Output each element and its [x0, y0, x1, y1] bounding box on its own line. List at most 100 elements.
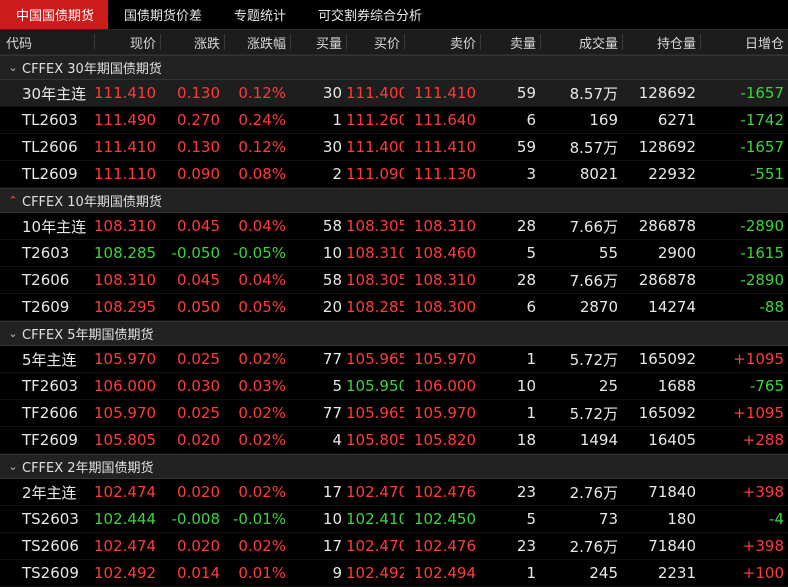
cell-change-pct: 0.05%	[238, 298, 286, 316]
cell-volume: 8.57万	[569, 138, 618, 157]
chevron-up-icon[interactable]: ⌃	[4, 194, 22, 207]
cell-change-pct: -0.01%	[232, 510, 286, 528]
cell-volume: 5.72万	[569, 404, 618, 423]
table-row[interactable]: T2609 108.295 0.050 0.05% 20 108.285 108.300 6 2…	[0, 294, 788, 321]
cell-change-pct: 0.08%	[238, 165, 286, 183]
cell-daily-oi-change: -1742	[740, 111, 784, 129]
cell-daily-oi-change: -765	[749, 377, 784, 395]
cell-change-pct: 0.02%	[238, 404, 286, 422]
cell-price: 108.310	[94, 217, 157, 235]
cell-price: 108.310	[94, 271, 157, 289]
tab-cn-bond-futures[interactable]: 中国国债期货	[0, 0, 109, 29]
table-row[interactable]: TS2609 102.492 0.014 0.01% 9 102.492 102.494 1 2…	[0, 560, 788, 587]
cell-ask-price: 102.476	[413, 537, 476, 555]
cell-ask-volume: 23	[516, 537, 536, 555]
group-title: CFFEX 10年期国债期货	[22, 195, 162, 210]
table-row[interactable]: 10年主连 108.310 0.045 0.04% 58 108.305 108.310 28…	[0, 213, 788, 240]
cell-change: 0.025	[177, 404, 220, 422]
cell-ask-price: 108.310	[413, 217, 476, 235]
col-header-change[interactable]: 涨跌	[160, 30, 224, 54]
cell-change: -0.050	[171, 244, 220, 262]
table-row[interactable]: 5年主连 105.970 0.025 0.02% 77 105.965 105.970 1 5.…	[0, 346, 788, 373]
cell-ask-price: 105.970	[413, 404, 476, 422]
cell-bid-volume: 77	[322, 350, 342, 368]
table-row[interactable]: TF2609 105.805 0.020 0.02% 4 105.805 105.820 18…	[0, 427, 788, 454]
table-row[interactable]: TS2603 102.444 -0.008 -0.01% 10 102.410 102.45…	[0, 506, 788, 533]
group-header[interactable]: ⌄ CFFEX 5年期国债期货	[0, 321, 788, 346]
group-header[interactable]: ⌄ CFFEX 2年期国债期货	[0, 454, 788, 479]
table-row[interactable]: TL2609 111.110 0.090 0.08% 2 111.090 111.130 3 8…	[0, 161, 788, 188]
table-row[interactable]: TL2606 111.410 0.130 0.12% 30 111.400 111.410 5…	[0, 134, 788, 161]
group-title: CFFEX 30年期国债期货	[22, 62, 162, 77]
cell-change-pct: 0.03%	[238, 377, 286, 395]
tab-topic-stats[interactable]: 专题统计	[218, 0, 302, 29]
cell-code: TL2603	[22, 111, 78, 129]
cell-price: 111.110	[94, 165, 157, 183]
cell-bid-volume: 58	[322, 217, 342, 235]
cell-ask-volume: 5	[526, 244, 536, 262]
cell-ask-volume: 18	[516, 431, 536, 449]
chevron-down-icon[interactable]: ⌄	[4, 460, 22, 473]
chevron-down-icon[interactable]: ⌄	[4, 61, 22, 74]
cell-open-interest: 2900	[657, 244, 696, 262]
cell-bid-price: 108.285	[346, 298, 404, 316]
cell-change: -0.008	[171, 510, 220, 528]
cell-bid-volume: 9	[332, 564, 342, 582]
col-header-change-pct[interactable]: 涨跌幅	[224, 30, 290, 54]
cell-volume: 1494	[579, 431, 618, 449]
cell-open-interest: 128692	[638, 138, 696, 156]
group-header[interactable]: ⌃ CFFEX 10年期国债期货	[0, 188, 788, 213]
cell-ask-price: 108.300	[413, 298, 476, 316]
cell-change-pct: 0.02%	[238, 483, 286, 501]
col-header-volume[interactable]: 成交量	[540, 30, 622, 54]
cell-change-pct: 0.01%	[238, 564, 286, 582]
top-tab-bar: 中国国债期货 国债期货价差 专题统计 可交割券综合分析	[0, 0, 788, 29]
col-header-price[interactable]: 现价	[94, 30, 160, 54]
cell-bid-volume: 17	[322, 483, 342, 501]
table-row[interactable]: 2年主连 102.474 0.020 0.02% 17 102.470 102.476 23 2…	[0, 479, 788, 506]
table-row[interactable]: T2603 108.285 -0.050 -0.05% 10 108.310 108.460…	[0, 240, 788, 267]
cell-daily-oi-change: -1657	[740, 138, 784, 156]
table-row[interactable]: T2606 108.310 0.045 0.04% 58 108.305 108.310 28…	[0, 267, 788, 294]
cell-ask-price: 106.000	[413, 377, 476, 395]
cell-open-interest: 22932	[648, 165, 696, 183]
cell-change-pct: 0.12%	[238, 84, 286, 102]
col-header-ask-price[interactable]: 卖价	[404, 30, 480, 54]
cell-open-interest: 71840	[648, 537, 696, 555]
tab-bond-futures-spread[interactable]: 国债期货价差	[108, 0, 218, 29]
cell-ask-price: 111.130	[413, 165, 476, 183]
cell-daily-oi-change: +288	[742, 431, 784, 449]
cell-volume: 2870	[579, 298, 618, 316]
table-row[interactable]: TS2606 102.474 0.020 0.02% 17 102.470 102.476 2…	[0, 533, 788, 560]
cell-daily-oi-change: +1095	[733, 404, 784, 422]
cell-ask-price: 102.494	[413, 564, 476, 582]
tab-deliverable-analysis[interactable]: 可交割券综合分析	[302, 0, 438, 29]
cell-code: 30年主连	[22, 84, 87, 103]
cell-price: 102.474	[94, 483, 157, 501]
col-header-code[interactable]: 代码	[0, 30, 94, 54]
chevron-down-icon[interactable]: ⌄	[4, 327, 22, 340]
cell-bid-price: 111.400	[346, 138, 404, 156]
group-header[interactable]: ⌄ CFFEX 30年期国债期货	[0, 55, 788, 80]
table-row[interactable]: TF2606 105.970 0.025 0.02% 77 105.965 105.970 1…	[0, 400, 788, 427]
cell-open-interest: 165092	[638, 350, 696, 368]
col-header-bid-price[interactable]: 买价	[346, 30, 404, 54]
cell-code: TL2609	[22, 165, 78, 183]
col-header-ask-volume[interactable]: 卖量	[480, 30, 540, 54]
table-row[interactable]: TF2603 106.000 0.030 0.03% 5 105.950 106.000 10…	[0, 373, 788, 400]
col-header-bid-volume[interactable]: 买量	[290, 30, 346, 54]
cell-change-pct: 0.12%	[238, 138, 286, 156]
col-header-daily-oi-change[interactable]: 日增仓	[700, 30, 788, 54]
cell-daily-oi-change: +1095	[733, 350, 784, 368]
cell-ask-volume: 28	[516, 217, 536, 235]
cell-bid-price: 102.492	[346, 564, 404, 582]
cell-change-pct: 0.02%	[238, 537, 286, 555]
col-header-open-interest[interactable]: 持仓量	[622, 30, 700, 54]
cell-ask-price: 111.410	[413, 138, 476, 156]
cell-bid-volume: 20	[322, 298, 342, 316]
cell-ask-price: 105.970	[413, 350, 476, 368]
cell-change-pct: -0.05%	[232, 244, 286, 262]
cell-bid-price: 105.805	[346, 431, 404, 449]
table-row[interactable]: TL2603 111.490 0.270 0.24% 1 111.260 111.640 6 1…	[0, 107, 788, 134]
table-row[interactable]: 30年主连 111.410 0.130 0.12% 30 111.400 111.410 59…	[0, 80, 788, 107]
